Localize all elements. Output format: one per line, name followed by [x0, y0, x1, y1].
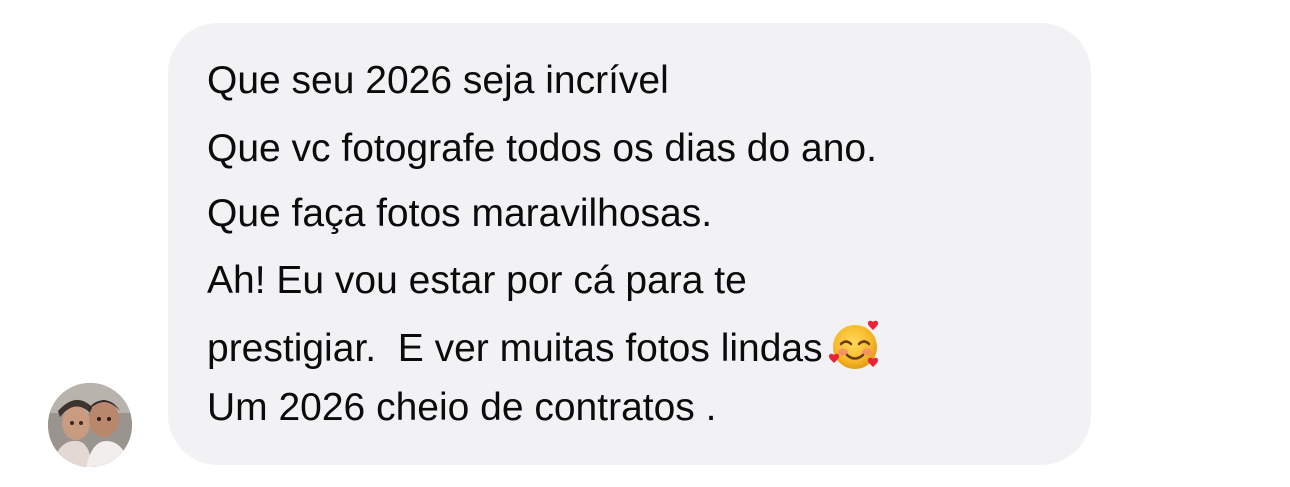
message-line-text: prestigiar. E ver muitas fotos lindas	[207, 327, 823, 370]
message-line: Um 2026 cheio de contratos .	[207, 386, 717, 429]
profile-photo-icon	[48, 383, 132, 467]
message-line: Ah! Eu vou estar por cá para te	[207, 259, 747, 302]
message-line: Que faça fotos maravilhosas.	[207, 192, 713, 235]
message-line-with-emoji: prestigiar. E ver muitas fotos lindas	[207, 319, 883, 373]
smiling-face-with-hearts-icon	[828, 319, 883, 373]
message-line: Que seu 2026 seja incrível	[207, 59, 669, 102]
avatar[interactable]	[48, 383, 132, 467]
message-line: Que vc fotografe todos os dias do ano.	[207, 127, 877, 170]
